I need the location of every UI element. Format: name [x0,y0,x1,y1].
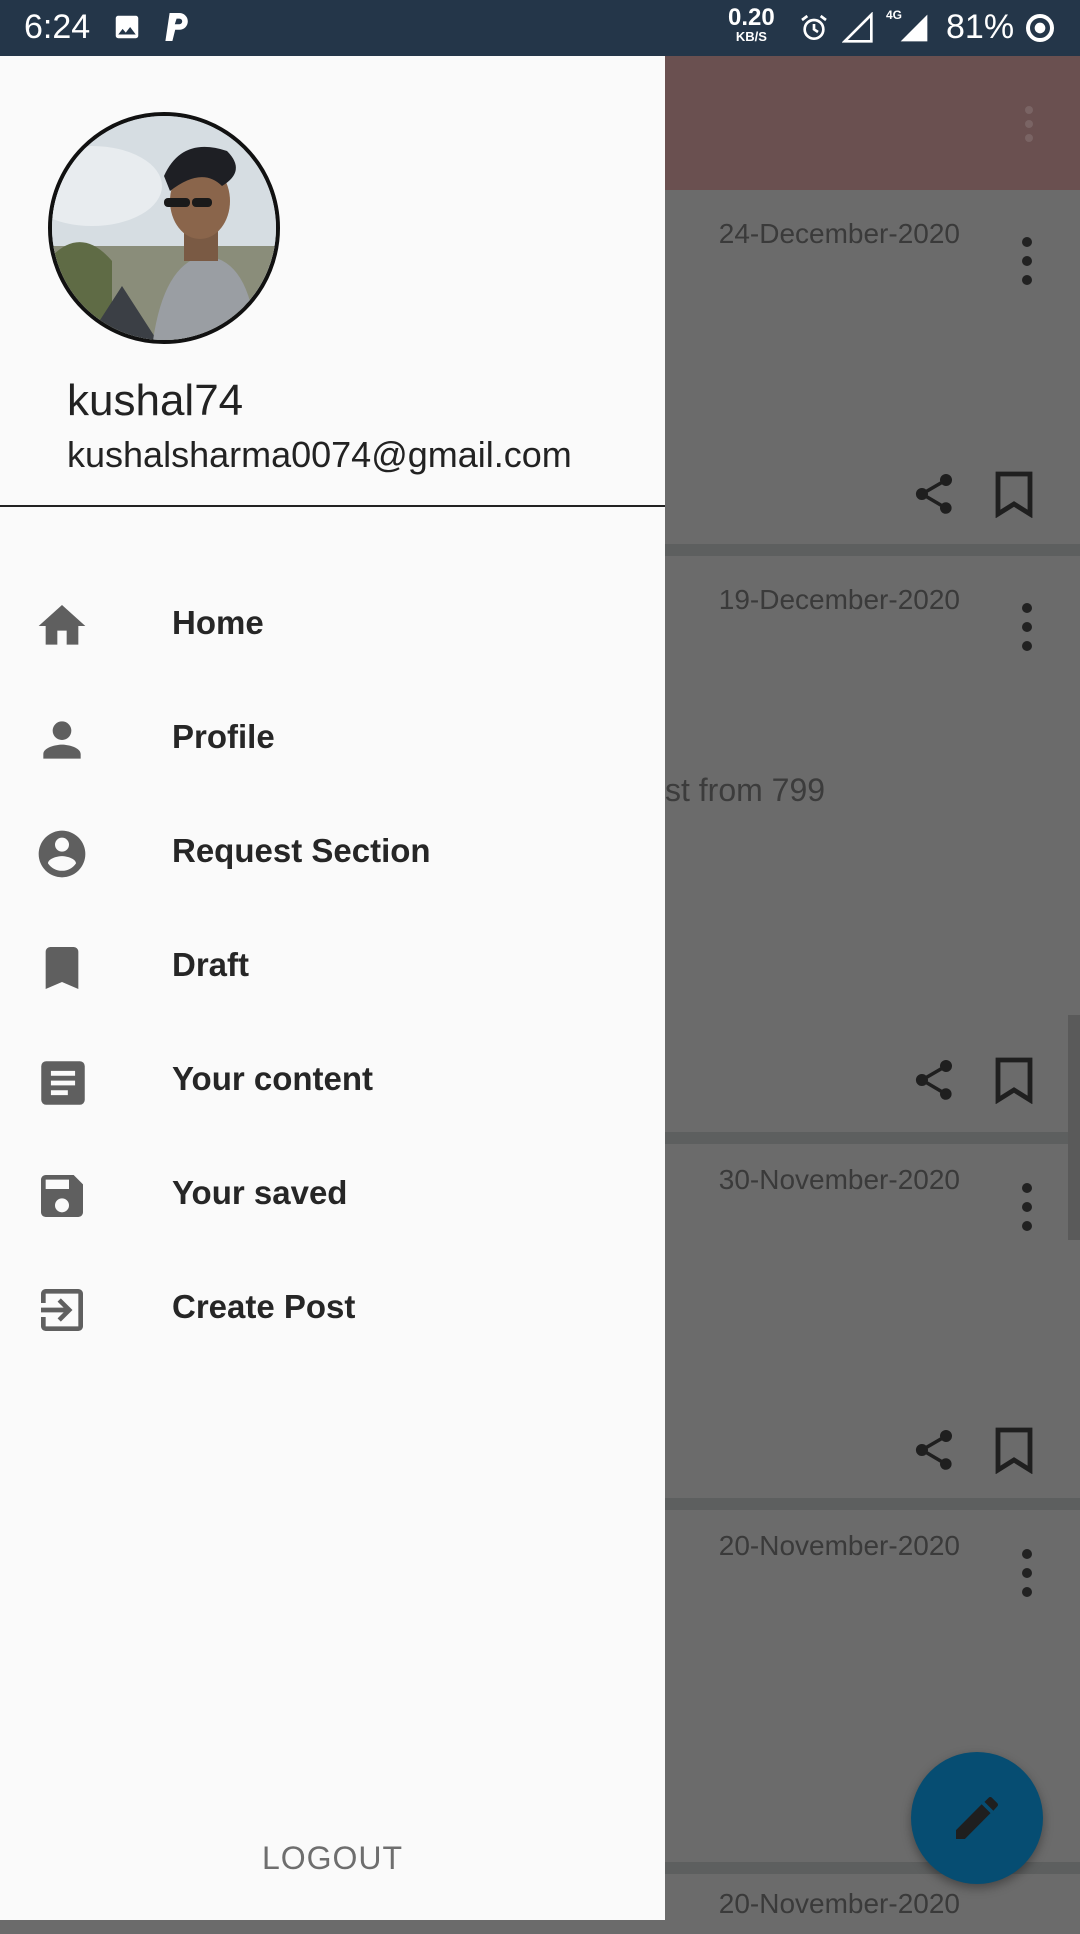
article-icon [34,1054,98,1110]
menu-item-your-content[interactable]: Your content [0,1022,665,1136]
bookmark-outline-icon[interactable] [992,1426,1036,1479]
gallery-notification-icon [112,12,142,47]
bookmark-icon [34,940,98,996]
share-icon[interactable] [910,1056,958,1109]
menu-item-label: Your saved [172,1174,348,1211]
share-icon[interactable] [910,1426,958,1479]
status-bar: 6:24 0.20 KB/S 4G 81% [0,0,1080,56]
compose-fab-button[interactable] [911,1752,1043,1884]
menu-item-label: Your content [172,1060,374,1097]
user-name: kushal74 [67,376,244,425]
more-vert-icon[interactable] [1020,236,1034,291]
battery-saver-icon [1024,12,1056,49]
header-divider [0,505,665,507]
edit-pencil-icon [956,1797,998,1839]
battery-percent: 81% [946,8,1015,46]
share-icon[interactable] [910,470,958,523]
overflow-menu-icon[interactable] [1022,104,1036,149]
menu-item-profile[interactable]: Profile [0,680,665,794]
network-speed: 0.20 KB/S [728,4,775,44]
bookmark-outline-icon[interactable] [992,1056,1036,1109]
signal-empty-icon [841,11,874,49]
menu-item-draft[interactable]: Draft [0,908,665,1022]
signal-full-icon [898,12,930,49]
menu-item-create-post[interactable]: Create Post [0,1250,665,1364]
menu-item-home[interactable]: Home [0,566,665,680]
post-date: 30-November-2020 [718,1164,960,1195]
menu-item-label: Profile [172,718,275,755]
post-card[interactable]: 24-December-2020 [665,190,1080,556]
post-card[interactable]: 20-November-2020 [665,1874,1080,1934]
post-card[interactable]: 19-December-2020 st from 799 [665,556,1080,1144]
account-circle-icon [34,826,98,882]
post-date: 24-December-2020 [718,218,960,249]
more-vert-icon[interactable] [1020,1182,1034,1237]
bookmark-outline-icon[interactable] [992,470,1036,523]
exit-to-app-icon [34,1282,98,1338]
menu-item-your-saved[interactable]: Your saved [0,1136,665,1250]
menu-item-request-section[interactable]: Request Section [0,794,665,908]
home-icon [34,598,98,654]
avatar[interactable] [48,112,280,344]
logout-button[interactable]: LOGOUT [0,1840,665,1877]
person-icon [34,712,98,768]
user-email: kushalsharma0074@gmail.com [67,434,572,475]
post-feed: 24-December-2020 19-December-2020 st fro… [665,190,1080,1934]
more-vert-icon[interactable] [1020,1548,1034,1603]
post-date: 19-December-2020 [718,584,960,615]
more-vert-icon[interactable] [1020,602,1034,657]
menu-item-label: Draft [172,946,250,983]
post-card[interactable]: 30-November-2020 [665,1144,1080,1510]
status-time: 6:24 [24,8,91,46]
save-icon [34,1168,98,1224]
post-date: 20-November-2020 [718,1530,960,1561]
app-p-notification-icon [164,10,192,49]
post-snippet: st from 799 [665,772,826,808]
menu-item-label: Create Post [172,1288,356,1325]
menu-item-label: Home [172,604,264,641]
scrollbar-thumb[interactable] [1068,1015,1080,1240]
drawer-menu: Home Profile Request Section Draft Your … [0,566,665,1364]
app-bar [665,56,1080,190]
alarm-icon [798,12,830,49]
post-date: 20-November-2020 [718,1888,960,1919]
navigation-drawer: kushal74 kushalsharma0074@gmail.com Home… [0,56,665,1920]
menu-item-label: Request Section [172,832,431,869]
